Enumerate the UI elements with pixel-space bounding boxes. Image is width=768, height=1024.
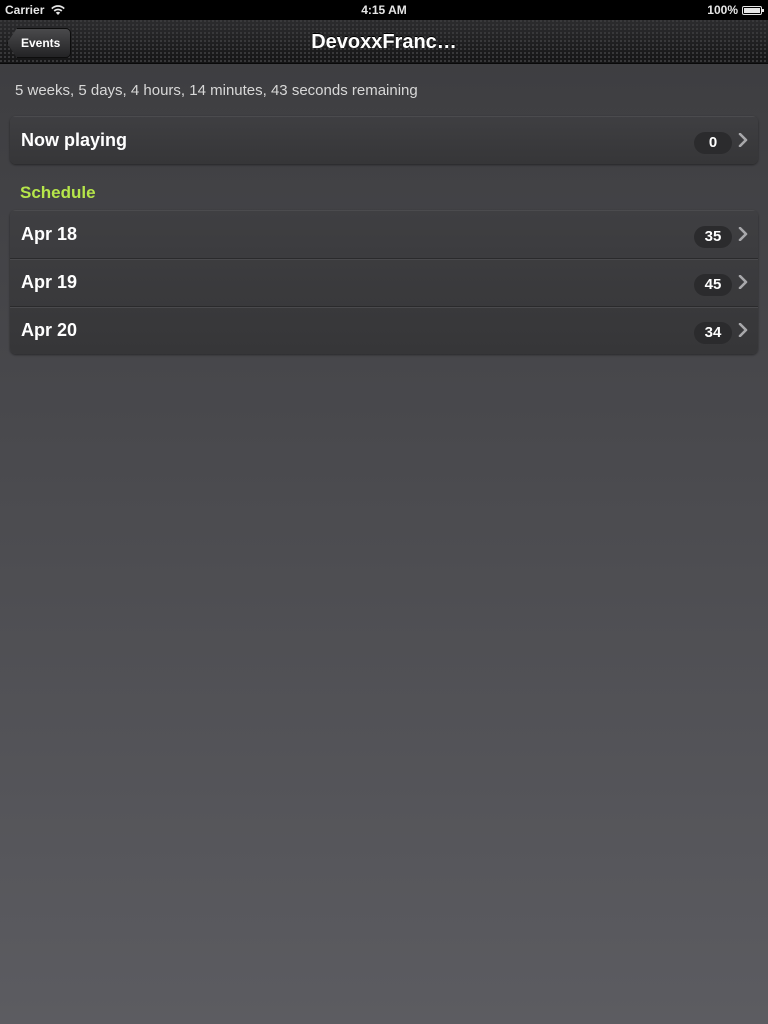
chevron-right-icon [738, 275, 748, 289]
back-button[interactable]: Events [7, 28, 72, 58]
chevron-right-icon [738, 227, 748, 241]
count-badge: 35 [694, 226, 732, 248]
row-label: Apr 19 [21, 272, 78, 292]
page-title: DevoxxFranc… [311, 31, 457, 53]
countdown-text: 5 weeks, 5 days, 4 hours, 14 minutes, 43… [15, 82, 418, 99]
navigation-bar: Events DevoxxFranc… [0, 20, 768, 64]
schedule-row-apr-19[interactable]: Apr 19 45 [10, 258, 758, 306]
now-playing-group: Now playing 0 [10, 116, 758, 164]
status-time: 4:15 AM [361, 3, 407, 17]
status-bar: Carrier 4:15 AM 100% [0, 0, 768, 20]
schedule-row-apr-20[interactable]: Apr 20 34 [10, 306, 758, 354]
count-badge: 0 [694, 132, 732, 154]
count-badge: 45 [694, 274, 732, 296]
schedule-row-apr-18[interactable]: Apr 18 35 [10, 210, 758, 258]
status-battery: 100% [707, 3, 764, 17]
count-badge: 34 [694, 322, 732, 344]
battery-percent: 100% [707, 3, 738, 17]
battery-icon [742, 5, 764, 15]
section-header-schedule: Schedule [20, 183, 96, 202]
chevron-right-icon [738, 133, 748, 147]
row-label: Apr 18 [21, 224, 78, 244]
schedule-group: Apr 18 35 Apr 19 45 Apr 20 34 [10, 210, 758, 354]
now-playing-row[interactable]: Now playing 0 [10, 116, 758, 164]
row-label: Now playing [21, 130, 128, 150]
chevron-right-icon [738, 323, 748, 337]
row-label: Apr 20 [21, 320, 78, 340]
